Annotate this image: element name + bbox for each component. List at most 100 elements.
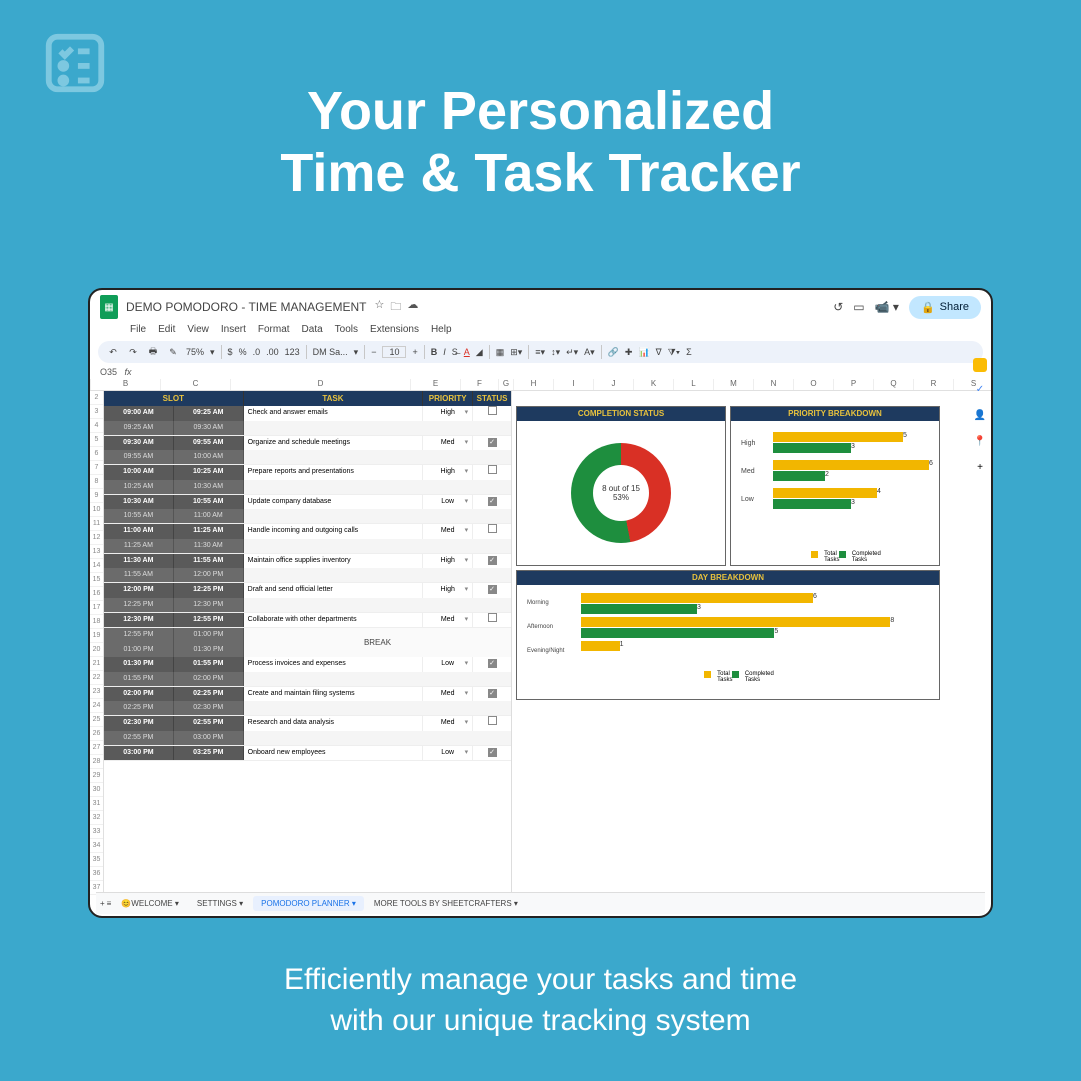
- doc-title[interactable]: DEMO POMODORO - TIME MANAGEMENT: [126, 300, 366, 314]
- task-cell[interactable]: Handle incoming and outgoing calls: [244, 524, 424, 539]
- maps-icon[interactable]: 📍: [973, 436, 987, 450]
- task-cell[interactable]: Collaborate with other departments: [244, 613, 424, 628]
- status-checkbox[interactable]: ✓: [488, 585, 497, 594]
- redo-icon[interactable]: ↷: [126, 347, 140, 358]
- task-row: 12:30 PM 12:55 PM Collaborate with other…: [104, 613, 511, 629]
- task-row: 01:30 PM 01:55 PM Process invoices and e…: [104, 657, 511, 687]
- menu-view[interactable]: View: [187, 324, 209, 335]
- undo-icon[interactable]: ↶: [106, 347, 120, 358]
- valign-icon[interactable]: ↕▾: [551, 347, 560, 358]
- functions-icon[interactable]: Σ: [686, 347, 692, 357]
- zoom-select[interactable]: 75%: [186, 347, 204, 357]
- merge-icon[interactable]: ⊞▾: [510, 347, 522, 358]
- status-checkbox[interactable]: ✓: [488, 659, 497, 668]
- name-box[interactable]: O35: [100, 367, 117, 377]
- tasks-icon[interactable]: ✓: [973, 384, 987, 398]
- percent-button[interactable]: %: [239, 347, 247, 357]
- sheet-tab[interactable]: 😊WELCOME ▾: [113, 896, 187, 911]
- sheet-tab[interactable]: MORE TOOLS BY SHEETCRAFTERS ▾: [366, 896, 526, 911]
- menu-data[interactable]: Data: [302, 324, 323, 335]
- completion-chart: COMPLETION STATUS 8 out of 1553%: [516, 406, 726, 566]
- task-cell[interactable]: Maintain office supplies inventory: [244, 554, 424, 569]
- menu-edit[interactable]: Edit: [158, 324, 175, 335]
- task-cell[interactable]: Research and data analysis: [244, 716, 424, 731]
- priority-select[interactable]: High: [423, 465, 473, 480]
- priority-select[interactable]: High: [423, 554, 473, 569]
- add-sheet-button[interactable]: +: [100, 899, 105, 908]
- status-checkbox[interactable]: [488, 406, 497, 415]
- wrap-icon[interactable]: ↵▾: [566, 347, 578, 358]
- priority-select[interactable]: High: [423, 406, 473, 421]
- sheet-tab[interactable]: SETTINGS ▾: [189, 896, 251, 911]
- column-headers: BCDEFGHIJKLMNOPQRST: [90, 379, 991, 391]
- italic-button[interactable]: I: [443, 347, 446, 357]
- font-size[interactable]: 10: [382, 346, 406, 358]
- header-priority: PRIORITY: [423, 391, 473, 406]
- task-cell[interactable]: Create and maintain filing systems: [244, 687, 424, 702]
- comment-icon[interactable]: ▭: [853, 300, 864, 314]
- filter-icon[interactable]: ∇: [656, 347, 662, 358]
- status-checkbox[interactable]: ✓: [488, 689, 497, 698]
- menu-format[interactable]: Format: [258, 324, 290, 335]
- bold-button[interactable]: B: [431, 347, 438, 357]
- text-color-button[interactable]: A: [464, 347, 470, 357]
- halign-icon[interactable]: ≡▾: [535, 347, 545, 358]
- history-icon[interactable]: ↺: [833, 300, 843, 314]
- star-icon[interactable]: ☆: [374, 298, 384, 317]
- status-checkbox[interactable]: [488, 716, 497, 725]
- link-icon[interactable]: 🔗: [608, 347, 619, 358]
- keep-icon[interactable]: [973, 358, 987, 372]
- comment2-icon[interactable]: ✚: [625, 347, 633, 358]
- menu-file[interactable]: File: [130, 324, 146, 335]
- priority-select[interactable]: Med: [423, 687, 473, 702]
- status-checkbox[interactable]: ✓: [488, 438, 497, 447]
- status-checkbox[interactable]: [488, 524, 497, 533]
- priority-select[interactable]: Low: [423, 657, 473, 672]
- chart-icon[interactable]: 📊: [638, 347, 649, 358]
- rotate-icon[interactable]: A▾: [584, 347, 595, 358]
- task-cell[interactable]: Prepare reports and presentations: [244, 465, 424, 480]
- task-row: 09:00 AM 09:25 AM Check and answer email…: [104, 406, 511, 436]
- priority-select[interactable]: Low: [423, 495, 473, 510]
- move-icon[interactable]: 🗀: [390, 298, 401, 317]
- priority-select[interactable]: Med: [423, 436, 473, 451]
- priority-select[interactable]: High: [423, 583, 473, 598]
- task-cell[interactable]: Draft and send official letter: [244, 583, 424, 598]
- priority-select[interactable]: Med: [423, 716, 473, 731]
- borders-icon[interactable]: ▦: [496, 347, 505, 358]
- strike-button[interactable]: S̶: [452, 347, 458, 357]
- sheet-tab[interactable]: POMODORO PLANNER ▾: [253, 896, 364, 911]
- paint-icon[interactable]: ✎: [166, 347, 180, 358]
- all-sheets-button[interactable]: ≡: [107, 899, 112, 908]
- fill-color-icon[interactable]: ◢: [476, 347, 483, 358]
- hero-title: Your PersonalizedTime & Task Tracker: [0, 0, 1081, 204]
- share-button[interactable]: 🔒Share: [909, 296, 981, 319]
- priority-select[interactable]: Med: [423, 524, 473, 539]
- planner-table: SLOT TASK PRIORITY STATUS 09:00 AM 09:25…: [104, 391, 512, 896]
- task-cell[interactable]: Check and answer emails: [244, 406, 424, 421]
- task-cell[interactable]: Organize and schedule meetings: [244, 436, 424, 451]
- task-cell[interactable]: Process invoices and expenses: [244, 657, 424, 672]
- add-icon[interactable]: +: [973, 462, 987, 476]
- task-cell[interactable]: Update company database: [244, 495, 424, 510]
- cloud-icon[interactable]: ☁: [407, 298, 418, 317]
- priority-select[interactable]: Low: [423, 746, 473, 761]
- print-icon[interactable]: 🖶: [146, 344, 160, 360]
- menu-insert[interactable]: Insert: [221, 324, 246, 335]
- currency-button[interactable]: $: [228, 347, 233, 357]
- meet-icon[interactable]: 📹 ▾: [875, 300, 899, 314]
- filter-views-icon[interactable]: ⧩▾: [668, 347, 680, 358]
- status-checkbox[interactable]: ✓: [488, 497, 497, 506]
- menu-help[interactable]: Help: [431, 324, 452, 335]
- priority-select[interactable]: Med: [423, 613, 473, 628]
- font-select[interactable]: DM Sa...: [313, 347, 348, 357]
- menu-tools[interactable]: Tools: [335, 324, 358, 335]
- task-cell[interactable]: Onboard new employees: [244, 746, 424, 761]
- contacts-icon[interactable]: 👤: [973, 410, 987, 424]
- sheets-icon[interactable]: ▦: [100, 295, 118, 319]
- status-checkbox[interactable]: [488, 465, 497, 474]
- status-checkbox[interactable]: [488, 613, 497, 622]
- menu-extensions[interactable]: Extensions: [370, 324, 419, 335]
- status-checkbox[interactable]: ✓: [488, 748, 497, 757]
- status-checkbox[interactable]: ✓: [488, 556, 497, 565]
